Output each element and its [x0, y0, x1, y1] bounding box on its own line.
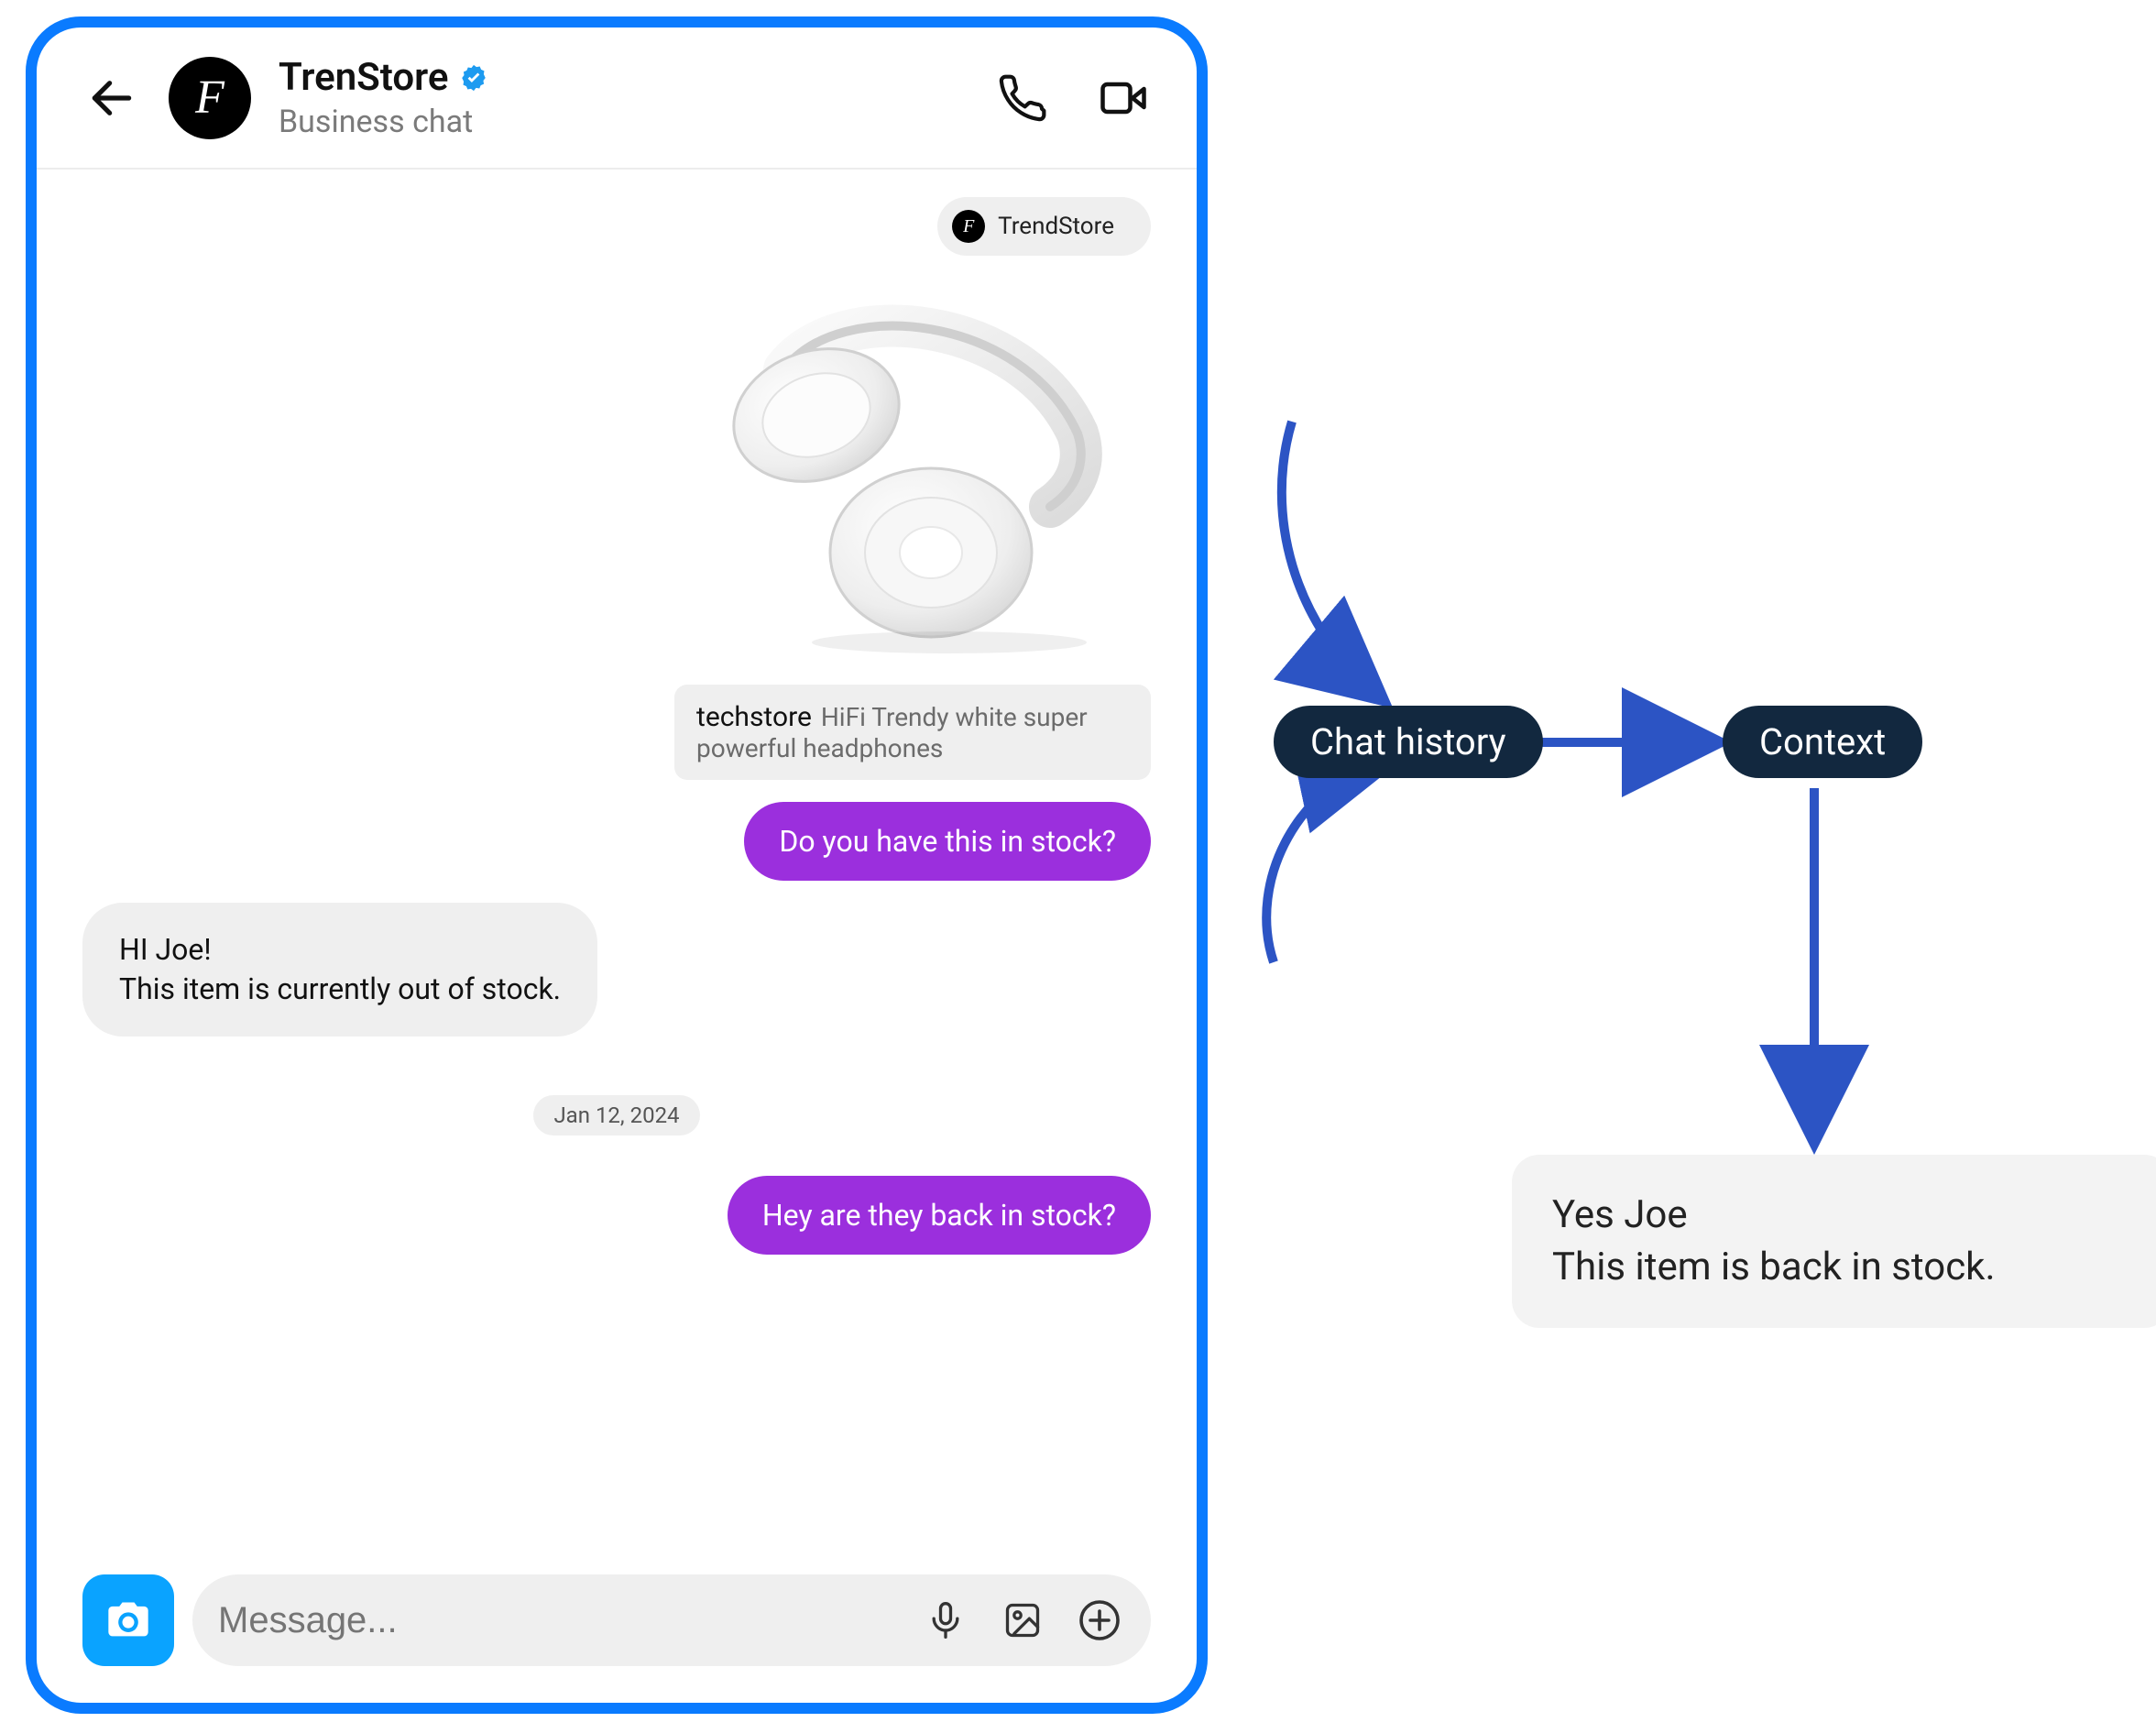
mic-button[interactable]: [920, 1595, 971, 1646]
voice-call-button[interactable]: [995, 71, 1050, 126]
message-input[interactable]: [218, 1600, 894, 1641]
image-button[interactable]: [997, 1595, 1048, 1646]
assistant-response: Yes Joe This item is back in stock.: [1512, 1155, 2156, 1328]
response-line2: This item is back in stock.: [1552, 1242, 2131, 1294]
verified-badge-icon: [458, 62, 489, 93]
flow-diagram: Chat history Context Yes Joe This item i…: [1237, 385, 2135, 1301]
conversation-area: F TrendStore: [37, 170, 1197, 1264]
store-avatar-small: F: [952, 210, 985, 243]
shared-store-card[interactable]: F TrendStore: [937, 197, 1151, 256]
phone-icon: [997, 72, 1048, 124]
video-call-button[interactable]: [1096, 71, 1151, 126]
node-chat-history: Chat history: [1274, 706, 1543, 778]
chat-phone-frame: F TrenStore Business chat F: [26, 16, 1208, 1714]
headphones-icon: [674, 278, 1151, 663]
incoming-message[interactable]: HI Joe! This item is currently out of st…: [82, 903, 597, 1037]
product-image[interactable]: [674, 278, 1151, 663]
shared-store-name: TrendStore: [998, 213, 1114, 240]
product-brand: techstore: [696, 701, 812, 733]
video-icon: [1096, 71, 1151, 126]
store-subtitle: Business chat: [279, 104, 968, 140]
camera-icon: [104, 1596, 152, 1644]
add-button[interactable]: [1074, 1595, 1125, 1646]
avatar-initial: F: [195, 71, 224, 125]
arrow-left-icon: [86, 72, 137, 124]
composer: [82, 1574, 1151, 1666]
chat-header: F TrenStore Business chat: [37, 27, 1197, 170]
header-title-col: TrenStore Business chat: [279, 55, 968, 140]
incoming-line1: HI Joe!: [119, 932, 212, 967]
mic-icon: [925, 1600, 966, 1640]
plus-circle-icon: [1078, 1598, 1122, 1642]
outgoing-message[interactable]: Do you have this in stock?: [744, 802, 1151, 881]
store-name: TrenStore: [279, 55, 449, 100]
camera-button[interactable]: [82, 1574, 174, 1666]
incoming-line2: This item is currently out of stock.: [119, 970, 561, 1009]
compose-bar: [192, 1574, 1151, 1666]
back-button[interactable]: [82, 69, 141, 127]
outgoing-message[interactable]: Hey are they back in stock?: [728, 1176, 1151, 1255]
store-avatar[interactable]: F: [169, 57, 251, 139]
product-description-card[interactable]: techstore HiFi Trendy white super powerf…: [674, 685, 1151, 780]
response-line1: Yes Joe: [1552, 1192, 1688, 1237]
date-divider: Jan 12, 2024: [533, 1095, 699, 1135]
image-icon: [1002, 1600, 1043, 1640]
node-context: Context: [1723, 706, 1922, 778]
